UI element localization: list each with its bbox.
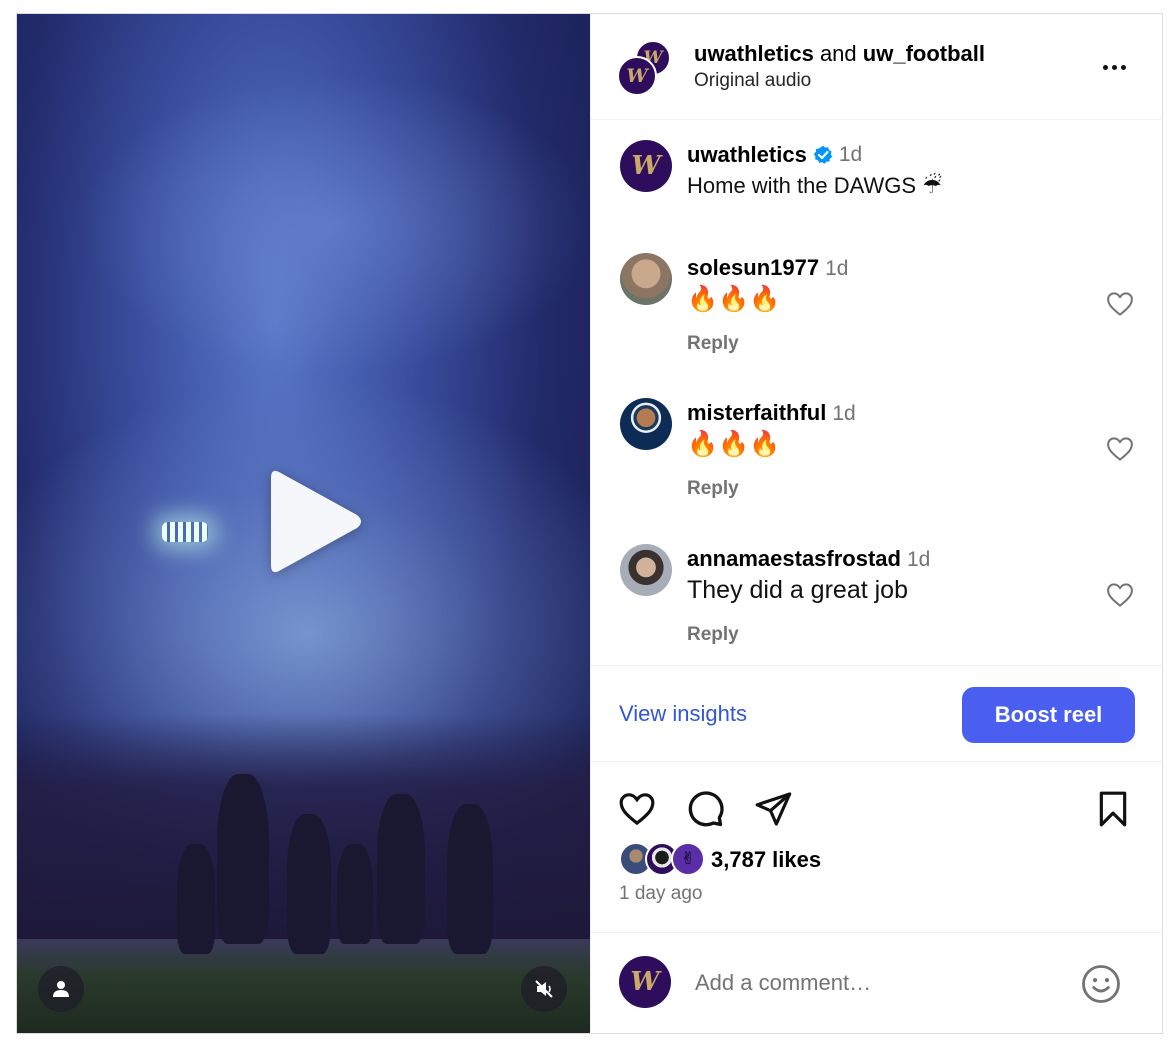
- comment-item: annamaestasfrostad 1d They did a great j…: [591, 544, 1163, 674]
- post-sidebar: W W uwathletics and uw_football Original…: [590, 14, 1163, 1033]
- caption-avatar[interactable]: W: [620, 140, 672, 192]
- view-insights-link[interactable]: View insights: [619, 701, 747, 727]
- more-dot-icon: [1102, 64, 1108, 70]
- comment-item: solesun1977 1d 🔥🔥🔥 Reply: [591, 253, 1163, 383]
- reply-button[interactable]: Reply: [687, 624, 739, 646]
- verified-badge-icon: [813, 145, 833, 164]
- comment-text: 🔥🔥🔥: [687, 430, 781, 458]
- player-silhouette: [447, 804, 493, 954]
- author-link-uwathletics[interactable]: uwathletics: [694, 41, 814, 66]
- comment-item: misterfaithful 1d 🔥🔥🔥 Reply: [591, 398, 1163, 528]
- comment-header: misterfaithful 1d: [687, 400, 856, 426]
- add-comment-input[interactable]: [695, 961, 1065, 1005]
- post-actions: ✌ 3,787 likes 1 day ago: [591, 762, 1163, 932]
- heart-icon: [619, 793, 655, 826]
- current-user-avatar: W: [619, 956, 671, 1008]
- share-button[interactable]: [753, 789, 793, 829]
- comment-username[interactable]: annamaestasfrostad: [687, 546, 901, 572]
- stadium-lights: [162, 522, 208, 542]
- boost-reel-button[interactable]: Boost reel: [962, 687, 1135, 743]
- liker-avatars[interactable]: ✌: [619, 842, 711, 878]
- comment-time[interactable]: 1d: [832, 402, 855, 426]
- caption-text: Home with the DAWGS ☔: [687, 173, 942, 198]
- heart-icon[interactable]: [1105, 580, 1135, 610]
- player-silhouette: [177, 844, 215, 954]
- caption-username[interactable]: uwathletics: [687, 142, 807, 168]
- commenter-avatar[interactable]: [620, 398, 672, 450]
- reply-button[interactable]: Reply: [687, 333, 739, 355]
- bookmark-icon: [1099, 791, 1127, 827]
- player-silhouette: [217, 774, 269, 944]
- heart-icon[interactable]: [1105, 289, 1135, 319]
- insights-bar: View insights Boost reel: [591, 665, 1163, 762]
- collab-avatars[interactable]: W W: [617, 40, 673, 96]
- more-dot-icon: [1120, 64, 1126, 70]
- post-dialog: W W uwathletics and uw_football Original…: [16, 13, 1163, 1034]
- comment-time[interactable]: 1d: [825, 257, 848, 281]
- heart-icon[interactable]: [1105, 434, 1135, 464]
- emoji-picker-icon[interactable]: [1080, 963, 1122, 1005]
- post-header: W W uwathletics and uw_football Original…: [591, 14, 1163, 120]
- comments-list[interactable]: W uwathletics 1d Home with the DAWGS ☔ s…: [591, 120, 1163, 665]
- person-icon: [53, 981, 69, 997]
- player-silhouette: [287, 814, 331, 954]
- comment-header: solesun1977 1d: [687, 255, 848, 281]
- speech-bubble-icon: [688, 791, 724, 827]
- play-icon: [271, 470, 361, 573]
- mute-button[interactable]: [521, 966, 567, 1012]
- reel-video[interactable]: [17, 14, 590, 1033]
- post-authors: uwathletics and uw_football: [694, 41, 985, 67]
- commenter-avatar[interactable]: [620, 544, 672, 596]
- reply-button[interactable]: Reply: [687, 478, 739, 500]
- comment-text: 🔥🔥🔥: [687, 285, 781, 313]
- authors-joiner: and: [819, 41, 857, 66]
- audio-link[interactable]: Original audio: [694, 70, 811, 92]
- speaker-muted-icon: [535, 980, 553, 998]
- player-silhouette: [377, 794, 425, 944]
- avatar-uwathletics[interactable]: W: [617, 56, 657, 96]
- tagged-users-button[interactable]: [38, 966, 84, 1012]
- post-timestamp[interactable]: 1 day ago: [619, 883, 702, 905]
- comment-header: annamaestasfrostad 1d: [687, 546, 930, 572]
- player-silhouette: [337, 844, 373, 944]
- commenter-avatar[interactable]: [620, 253, 672, 305]
- comment-username[interactable]: solesun1977: [687, 255, 819, 281]
- save-button[interactable]: [1093, 789, 1133, 829]
- liker-avatar[interactable]: ✌: [671, 842, 705, 876]
- caption-time[interactable]: 1d: [839, 143, 862, 167]
- comment-time[interactable]: 1d: [907, 548, 930, 572]
- comment-text: They did a great job: [687, 576, 908, 604]
- likes-count[interactable]: 3,787 likes: [711, 847, 821, 873]
- comment-composer: W: [591, 932, 1163, 1033]
- like-button[interactable]: [617, 789, 657, 829]
- caption-header: uwathletics 1d: [687, 142, 862, 168]
- author-link-uw-football[interactable]: uw_football: [863, 41, 985, 66]
- paper-plane-icon: [755, 792, 792, 826]
- play-button[interactable]: [257, 464, 367, 579]
- comment-username[interactable]: misterfaithful: [687, 400, 826, 426]
- more-options-button[interactable]: [1096, 52, 1132, 82]
- more-dot-icon: [1111, 64, 1117, 70]
- comment-button[interactable]: [685, 789, 725, 829]
- video-fog-upper: [77, 74, 590, 374]
